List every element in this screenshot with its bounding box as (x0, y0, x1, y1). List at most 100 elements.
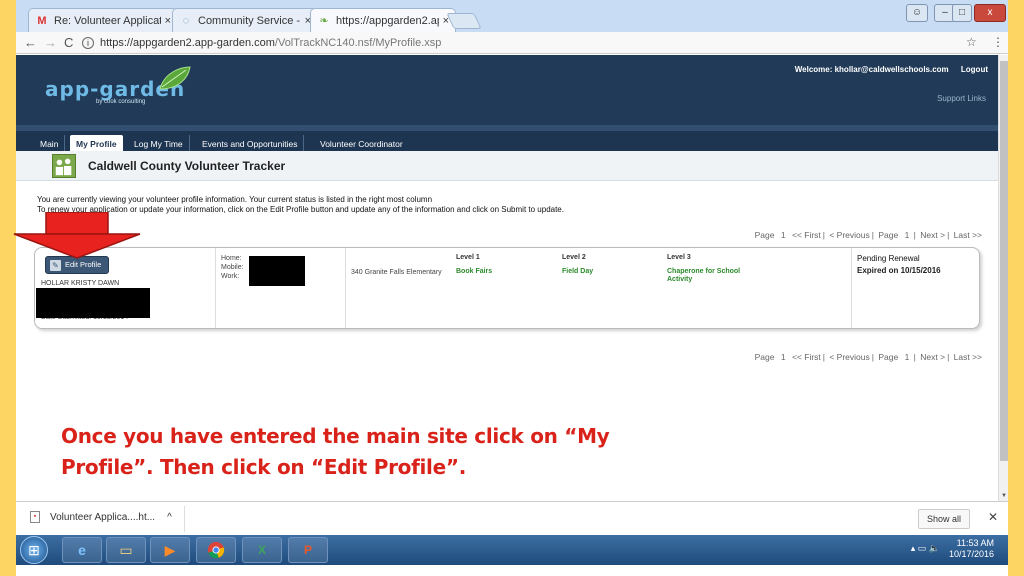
work-label: Work: (221, 273, 240, 280)
status-label: Pending Renewal (857, 254, 920, 263)
tab-community-service[interactable]: ◌ Community Service - Vol × (172, 8, 318, 32)
pager-page-label: Page (754, 230, 775, 240)
site-header: app-garden by cook consulting Welcome: k… (16, 55, 998, 125)
chrome-icon[interactable] (196, 537, 236, 563)
pager-next[interactable]: Next > (920, 352, 945, 362)
folder-icon[interactable]: ▭ (106, 537, 146, 563)
maximize-button[interactable]: □ (952, 4, 972, 22)
tab-label: Community Service - Vol (198, 14, 301, 27)
column-divider (345, 248, 346, 328)
redaction-box (249, 256, 305, 286)
column-divider (215, 248, 216, 328)
menu-icon[interactable]: ⋮ (992, 35, 1004, 49)
address-bar: ← → C i https://appgarden2.app-garden.co… (16, 32, 1008, 54)
star-icon[interactable]: ☆ (966, 35, 977, 49)
school-name: 340 Granite Falls Elementary (351, 269, 442, 276)
url-field[interactable]: i https://appgarden2.app-garden.com/VolT… (82, 34, 986, 52)
close-icon[interactable]: ✕ (988, 510, 998, 524)
phone-labels: Home: Mobile: Work: (221, 254, 244, 281)
profile-card: ✎ Edit Profile HOLLAR KRISTY DAWN Date S… (34, 247, 980, 329)
url-host: https://appgarden2.app-garden.com (100, 37, 275, 49)
download-item[interactable]: ▪ Volunteer Applica....ht... ^ (30, 511, 172, 523)
pager-top: Page 1 << First | < Previous | Page 1 | Ne… (754, 230, 982, 240)
vertical-scrollbar[interactable]: ▼ (998, 55, 1008, 501)
instruction-annotation: Once you have entered the main site clic… (61, 421, 610, 483)
pager-page-label-2: Page (878, 352, 899, 362)
redaction-box (36, 288, 150, 318)
close-icon[interactable]: × (165, 15, 171, 27)
tab-appgarden[interactable]: ❧ https://appgarden2.app- × (310, 8, 456, 32)
file-icon: ▪ (30, 511, 40, 523)
pager-first[interactable]: << First (792, 352, 821, 362)
home-label: Home: (221, 255, 242, 262)
url-path: /VolTrackNC140.nsf/MyProfile.xsp (274, 37, 442, 49)
level1-value: Book Fairs (456, 268, 493, 275)
tab-strip: M Re: Volunteer Applicatio × ◌ Community… (16, 0, 1008, 32)
level1-header: Level 1 (456, 254, 480, 261)
pager-page-num: 1 (780, 352, 786, 362)
reload-icon[interactable]: C (64, 35, 73, 50)
scroll-down-icon[interactable]: ▼ (1001, 493, 1007, 499)
tab-gmail[interactable]: M Re: Volunteer Applicatio × (28, 8, 178, 32)
column-divider (851, 248, 852, 328)
internet-explorer-icon[interactable]: e (62, 537, 102, 563)
page-icon: ◌ (182, 14, 190, 27)
pager-page-label: Page (754, 352, 775, 362)
pager-previous[interactable]: < Previous (829, 230, 869, 240)
pager-previous[interactable]: < Previous (829, 352, 869, 362)
support-links[interactable]: Support Links (937, 94, 986, 103)
page-title-bar: Caldwell County Volunteer Tracker (16, 151, 998, 181)
tab-label: https://appgarden2.app- (336, 14, 439, 27)
scrollbar-thumb[interactable] (1000, 61, 1008, 461)
user-icon[interactable]: ☺ (906, 4, 928, 22)
level3-value: Chaperone for School Activity (667, 268, 741, 283)
windows-taskbar: ⊞ e ▭ ▶ X P ▴ ▭ 🔈 11:53 AM 10/17/2016 (16, 535, 1008, 565)
browser-window: M Re: Volunteer Applicatio × ◌ Community… (16, 0, 1008, 576)
page-title: Caldwell County Volunteer Tracker (88, 159, 286, 173)
pager-bottom: Page 1 << First | < Previous | Page 1 | Ne… (754, 352, 982, 362)
pager-last[interactable]: Last >> (954, 230, 982, 240)
media-player-icon[interactable]: ▶ (150, 537, 190, 563)
welcome-text: Welcome: khollar@caldwellschools.com Log… (795, 65, 988, 74)
download-filename: Volunteer Applica....ht... (50, 511, 156, 523)
forward-icon[interactable]: → (44, 35, 57, 50)
volunteer-tracker-icon (52, 154, 76, 178)
mobile-label: Mobile: (221, 264, 244, 271)
tab-label: Re: Volunteer Applicatio (54, 14, 161, 27)
info-icon[interactable]: i (82, 37, 94, 49)
level2-value: Field Day (562, 268, 594, 275)
excel-icon[interactable]: X (242, 537, 282, 563)
leaf-logo-icon (159, 66, 191, 90)
volunteer-name: HOLLAR KRISTY DAWN (41, 280, 120, 287)
show-all-button[interactable]: Show all (917, 509, 970, 529)
clock[interactable]: 11:53 AM 10/17/2016 (949, 538, 994, 560)
back-icon[interactable]: ← (24, 35, 37, 50)
download-bar: ▪ Volunteer Applica....ht... ^ Show all … (16, 501, 1008, 535)
intro-line-1: You are currently viewing your volunteer… (37, 195, 433, 204)
logo-subtitle: by cook consulting (96, 99, 146, 105)
system-tray-icons[interactable]: ▴ ▭ 🔈 (911, 543, 940, 554)
powerpoint-icon[interactable]: P (288, 537, 328, 563)
clock-time: 11:53 AM (956, 538, 994, 548)
welcome-user: Welcome: khollar@caldwellschools.com (794, 65, 949, 74)
logout-link[interactable]: Logout (961, 65, 988, 74)
level2-header: Level 2 (562, 254, 586, 261)
pager-page-num-2: 1 (904, 352, 910, 362)
chevron-up-icon[interactable]: ^ (167, 512, 172, 523)
main-menu: Main My Profile Log My Time Events and O… (16, 125, 998, 153)
pager-first[interactable]: << First (792, 230, 821, 240)
start-button[interactable]: ⊞ (20, 536, 48, 564)
red-arrow-annotation (13, 212, 141, 259)
pager-next[interactable]: Next > (920, 230, 945, 240)
pager-page-num: 1 (780, 230, 786, 240)
annotation-line-2: Profile”. Then click on “Edit Profile”. (61, 455, 466, 479)
pager-last[interactable]: Last >> (954, 352, 982, 362)
clock-date: 10/17/2016 (948, 549, 994, 559)
level3-header: Level 3 (667, 254, 691, 261)
pager-page-num-2: 1 (904, 230, 910, 240)
leaf-icon: ❧ (319, 14, 329, 27)
expiry-label: Expired on 10/15/2016 (857, 266, 941, 275)
close-window-button[interactable]: x (974, 4, 1006, 22)
gmail-icon: M (37, 14, 47, 27)
divider (184, 506, 185, 532)
